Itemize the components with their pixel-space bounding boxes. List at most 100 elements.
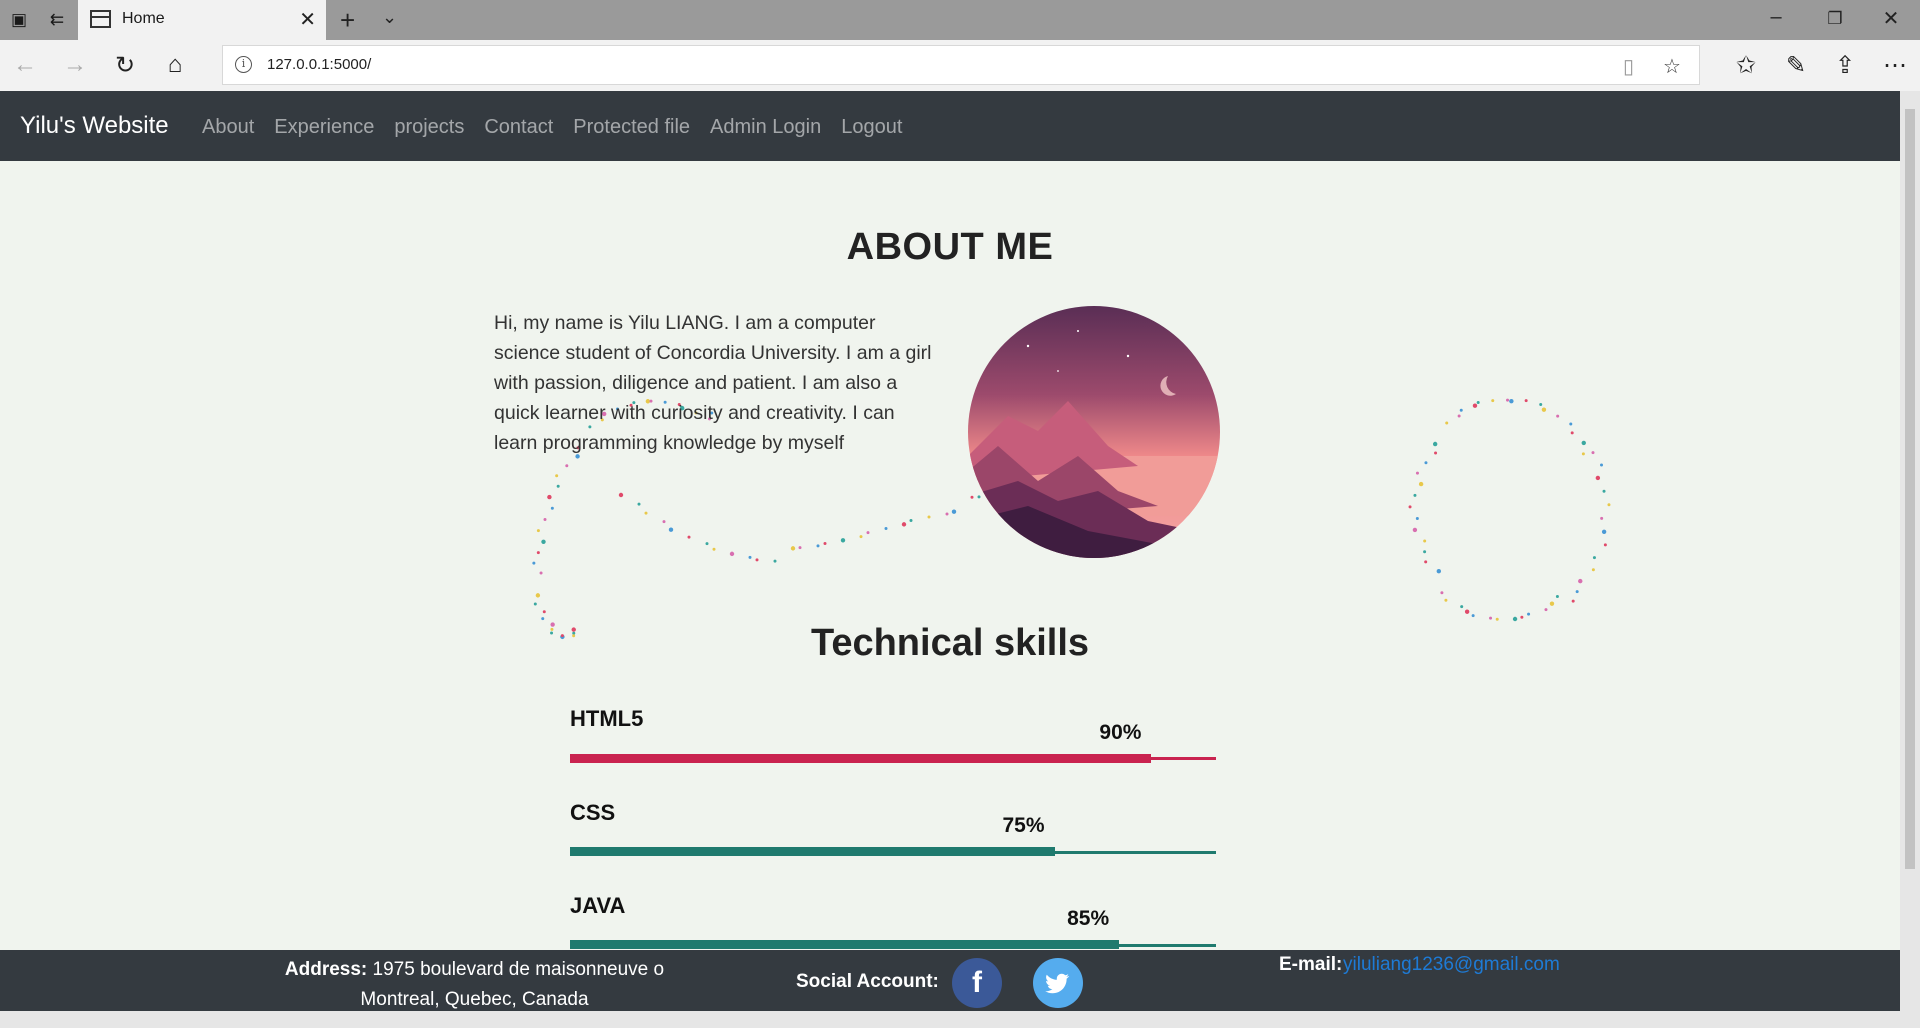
more-icon[interactable]: ⋯ (1880, 51, 1910, 80)
sparkle (1581, 440, 1586, 446)
skill-java: JAVA 85% (570, 893, 1216, 950)
tab-title: Home (122, 10, 165, 27)
back-icon[interactable]: ← (10, 51, 40, 79)
sparkle (1595, 475, 1601, 481)
sparkle (1460, 605, 1464, 609)
horizontal-scrollbar[interactable] (0, 1011, 1920, 1028)
browser-tab[interactable]: Home ✕ (78, 0, 326, 40)
sparkle (1423, 550, 1427, 554)
close-tab-icon[interactable]: ✕ (299, 7, 316, 32)
about-title: ABOUT ME (846, 226, 1054, 268)
sparkle (1570, 431, 1574, 435)
nav-link-logout[interactable]: Logout (841, 116, 902, 139)
skill-progress-bar (570, 754, 1152, 763)
sparkle (668, 527, 674, 532)
nav-link-experience[interactable]: Experience (274, 116, 374, 139)
minimize-icon[interactable]: – (1756, 6, 1796, 29)
sparkle (533, 602, 537, 606)
sparkle (1509, 398, 1514, 404)
sparkle (1444, 598, 1448, 602)
twitter-icon[interactable] (1033, 958, 1083, 1008)
sparkle (798, 546, 802, 550)
address-line1: 1975 boulevard de maisonneuve o (372, 959, 665, 980)
sparkle (637, 502, 641, 506)
favorite-star-icon[interactable]: ☆ (1663, 54, 1681, 79)
skill-name: HTML5 (570, 706, 644, 731)
skill-progress-bar (570, 847, 1055, 856)
skill-progress-bar (570, 940, 1120, 949)
address-line2: Montreal, Quebec, Canada (360, 989, 589, 1010)
sparkle (1555, 595, 1559, 599)
sparkle (1434, 451, 1438, 455)
favorites-icon[interactable]: ✩ (1731, 51, 1761, 80)
sparkle (755, 558, 759, 562)
sparkle (1424, 461, 1428, 465)
sparkle (748, 555, 752, 559)
tab-list-chevron-icon[interactable]: ⌄ (382, 7, 397, 28)
sparkle (644, 511, 648, 515)
sparkle (550, 506, 554, 510)
address-bar[interactable]: i 127.0.0.1:5000/ ▯ ☆ (222, 45, 1700, 85)
address-label: Address: (284, 959, 368, 980)
share-icon[interactable]: ⇪ (1830, 51, 1860, 80)
sparkle (539, 571, 543, 575)
sparkle (541, 539, 546, 544)
site-navbar: Yilu's Website About Experience projects… (0, 91, 1900, 161)
notes-icon[interactable]: ✎ (1781, 51, 1811, 80)
sparkle (541, 617, 545, 621)
sparkle (1569, 422, 1573, 426)
sparkle (1524, 399, 1528, 403)
sparkle (536, 529, 540, 533)
sparkle (1495, 617, 1499, 621)
restore-icon[interactable]: ❐ (1815, 9, 1855, 29)
sparkle (542, 610, 546, 614)
tab-actions-icon[interactable]: ▣ (8, 9, 30, 31)
nav-link-projects[interactable]: projects (394, 116, 464, 139)
nav-link-about[interactable]: About (202, 116, 254, 139)
sparkle (1476, 400, 1480, 404)
forward-icon[interactable]: → (60, 51, 90, 79)
sparkle (1600, 463, 1604, 467)
sparkle (1471, 614, 1475, 618)
sparkle (687, 535, 691, 539)
new-tab-icon[interactable]: + (340, 5, 355, 36)
sparkle (1581, 452, 1585, 456)
sparkle (1459, 408, 1463, 412)
sparkle (1424, 560, 1428, 564)
vertical-scrollbar[interactable] (1900, 91, 1920, 1011)
skill-css: CSS 75% (570, 800, 1216, 860)
social-label: Social Account: (796, 971, 939, 992)
sparkle (1527, 612, 1531, 616)
facebook-icon[interactable]: f (952, 958, 1002, 1008)
sparkle (866, 531, 870, 535)
sparkle (1412, 527, 1418, 533)
sparkle (662, 520, 666, 524)
sparkle (909, 518, 913, 522)
sparkle (1539, 402, 1543, 406)
nav-link-admin-login[interactable]: Admin Login (710, 116, 821, 139)
sparkle (1436, 569, 1442, 574)
sparkle (1423, 539, 1427, 543)
reading-view-icon[interactable]: ▯ (1623, 54, 1634, 79)
nav-link-protected-file[interactable]: Protected file (573, 116, 690, 139)
site-brand[interactable]: Yilu's Website (20, 112, 169, 140)
sparkle (1556, 414, 1560, 418)
home-icon[interactable]: ⌂ (160, 51, 190, 79)
scrollbar-thumb[interactable] (1905, 109, 1915, 869)
url-text: 127.0.0.1:5000/ (267, 56, 372, 73)
sparkle (951, 509, 957, 514)
close-window-icon[interactable]: ✕ (1871, 6, 1911, 31)
nav-link-contact[interactable]: Contact (484, 116, 553, 139)
sparkle (884, 526, 888, 530)
sparkle (1464, 609, 1470, 614)
info-icon[interactable]: i (235, 56, 252, 73)
sparkle (1413, 493, 1417, 497)
refresh-icon[interactable]: ↻ (110, 51, 140, 80)
sparkle (1591, 568, 1595, 572)
sparkle (1512, 616, 1518, 622)
sparkle (1440, 591, 1444, 595)
skill-name: JAVA (570, 893, 626, 918)
set-aside-tabs-icon[interactable]: ⇇ (46, 9, 68, 31)
skill-percent: 90% (1099, 721, 1142, 744)
email-link[interactable]: yiluliang1236@gmail.com (1343, 954, 1560, 976)
